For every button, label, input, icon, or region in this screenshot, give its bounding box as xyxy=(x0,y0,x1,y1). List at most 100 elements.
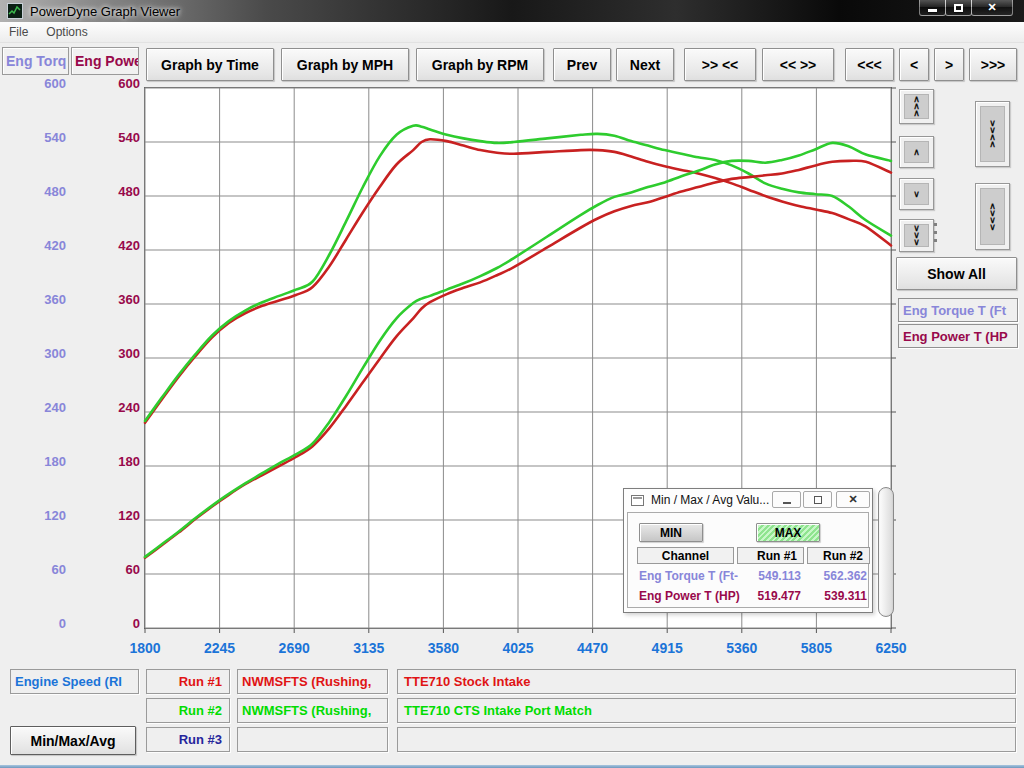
run-desc-box-3[interactable] xyxy=(397,727,1016,752)
y-axis-label-torque-420: 420 xyxy=(0,238,66,253)
toolbar-button-first[interactable]: <<< xyxy=(845,48,894,81)
zoom-out-vertical-button[interactable]: ∧∨∨∨ xyxy=(975,183,1010,250)
toolbar-button-graph-by-time[interactable]: Graph by Time xyxy=(146,48,274,81)
y-axis-label-power-420: 420 xyxy=(70,238,140,253)
toolbar-button-zoom-in[interactable]: >> << xyxy=(684,48,756,81)
scroll-up-button[interactable]: ∧ xyxy=(899,136,934,168)
minmax-row-channel: Eng Power T (HP) xyxy=(639,589,740,603)
x-axis-label-5805: 5805 xyxy=(786,640,846,656)
minmax-col-header-run-1[interactable]: Run #1 xyxy=(737,547,804,564)
maximize-button[interactable] xyxy=(945,0,972,16)
max-button[interactable]: MAX xyxy=(756,523,820,542)
y-axis-label-torque-180: 180 xyxy=(0,454,66,469)
scroll-up-fast-button[interactable]: ∧∧∧ xyxy=(899,89,934,124)
close-icon: ✕ xyxy=(848,493,857,506)
run-desc-box-1[interactable]: TTE710 Stock Intake xyxy=(397,669,1016,694)
x-axis-label-3135: 3135 xyxy=(339,640,399,656)
x-axis-label-2690: 2690 xyxy=(264,640,324,656)
toolbar-button-zoom-out[interactable]: << >> xyxy=(762,48,834,81)
y-axis-label-torque-600: 600 xyxy=(0,76,66,91)
channel-label-power[interactable]: Eng Power T (HP xyxy=(898,324,1018,348)
run-file-box-1[interactable]: NWMSFTS (Rushing, xyxy=(237,669,388,694)
menu-item-options[interactable]: Options xyxy=(37,22,96,43)
zoom-out-vertical-button-icon: ∧∨∨∨ xyxy=(980,188,1005,245)
y-axis-label-power-300: 300 xyxy=(70,346,140,361)
x-axis-label-4025: 4025 xyxy=(488,640,548,656)
x-axis-label-1800: 1800 xyxy=(115,640,175,656)
zoom-in-vertical-button-icon: ∨∨∧∧ xyxy=(980,106,1005,162)
y-axis-label-power-480: 480 xyxy=(70,184,140,199)
toolbar-button-graph-by-mph[interactable]: Graph by MPH xyxy=(281,48,409,81)
minmax-window-title: Min / Max / Avg Valu... xyxy=(651,493,769,507)
run-label-box-1: Run #1 xyxy=(146,669,230,694)
y-axis-label-torque-480: 480 xyxy=(0,184,66,199)
min-button[interactable]: MIN xyxy=(639,523,703,542)
scroll-down-button-icon: ∨ xyxy=(904,183,929,205)
y-axis-label-torque-120: 120 xyxy=(0,508,66,523)
minmax-col-header-run-2[interactable]: Run #2 xyxy=(807,547,870,564)
channel-label-torque[interactable]: Eng Torque T (Ft xyxy=(898,298,1018,322)
y-axis-label-power-600: 600 xyxy=(70,76,140,91)
menubar: FileOptions xyxy=(0,22,1024,43)
toolbar-button-last[interactable]: >>> xyxy=(969,48,1017,81)
toolbar-button-graph-by-rpm[interactable]: Graph by RPM xyxy=(416,48,544,81)
y-axis-label-torque-540: 540 xyxy=(0,130,66,145)
y-axis-label-torque-300: 300 xyxy=(0,346,66,361)
minmax-row-run2-value: 562.362 xyxy=(807,569,867,583)
minmax-window[interactable]: Min / Max / Avg Valu... ✕ MIN MAX Channe… xyxy=(623,488,873,613)
menu-item-file[interactable]: File xyxy=(0,22,37,43)
minimize-button[interactable] xyxy=(919,0,946,16)
x-channel-label: Engine Speed (RI xyxy=(10,669,139,694)
close-button[interactable]: ✕ xyxy=(971,0,1013,16)
y-axis-label-torque-60: 60 xyxy=(0,562,66,577)
minmax-window-titlebar[interactable]: Min / Max / Avg Valu... xyxy=(624,489,872,511)
scroll-up-button-icon: ∧ xyxy=(904,141,929,163)
scroll-down-fast-button[interactable]: ∨∨∨ xyxy=(899,219,934,252)
plot-vertical-scrollbar[interactable] xyxy=(878,487,894,617)
scroll-down-button[interactable]: ∨ xyxy=(899,178,934,210)
y-axis-label-power-120: 120 xyxy=(70,508,140,523)
y-axis-label-torque-360: 360 xyxy=(0,292,66,307)
y-axis-label-torque-240: 240 xyxy=(0,400,66,415)
tab-eng-powe[interactable]: Eng Powe xyxy=(71,47,139,75)
y-axis-label-power-60: 60 xyxy=(70,562,140,577)
run-desc-box-2[interactable]: TTE710 CTS Intake Port Match xyxy=(397,698,1016,723)
tab-eng-torq[interactable]: Eng Torq xyxy=(2,47,69,75)
y-axis-label-power-0: 0 xyxy=(70,616,140,631)
zoom-in-vertical-button[interactable]: ∨∨∧∧ xyxy=(975,101,1010,167)
y-axis-label-power-180: 180 xyxy=(70,454,140,469)
run-file-box-3[interactable] xyxy=(237,727,388,752)
y-axis-label-power-540: 540 xyxy=(70,130,140,145)
x-axis-label-4915: 4915 xyxy=(637,640,697,656)
grip-dots xyxy=(934,223,937,249)
y-axis-label-torque-0: 0 xyxy=(0,616,66,631)
run-label-box-2: Run #2 xyxy=(146,698,230,723)
window-title: PowerDyne Graph Viewer xyxy=(30,4,180,19)
app-icon xyxy=(7,3,23,19)
minmax-col-header-channel[interactable]: Channel xyxy=(637,547,734,564)
minmax-maximize-button[interactable] xyxy=(803,491,832,508)
minimize-icon xyxy=(928,9,937,12)
toolbar-button-prev[interactable]: Prev xyxy=(553,48,611,81)
x-axis-label-6250: 6250 xyxy=(861,640,921,656)
minmax-close-button[interactable]: ✕ xyxy=(836,491,870,508)
run-file-box-2[interactable]: NWMSFTS (Rushing, xyxy=(237,698,388,723)
toolbar-button-next[interactable]: Next xyxy=(616,48,674,81)
maximize-icon xyxy=(954,4,963,12)
window-titlebar[interactable]: PowerDyne Graph Viewer ✕ xyxy=(0,0,1024,22)
x-axis-label-5360: 5360 xyxy=(712,640,772,656)
show-all-button[interactable]: Show All xyxy=(896,257,1017,290)
toolbar-button-next-step[interactable]: > xyxy=(934,48,964,81)
minmax-row-run1-value: 519.477 xyxy=(737,589,801,603)
toolbar-button-prev-step[interactable]: < xyxy=(899,48,929,81)
minmax-row-run2-value: 539.311 xyxy=(807,589,867,603)
y-axis-label-power-360: 360 xyxy=(70,292,140,307)
run-label-box-3: Run #3 xyxy=(146,727,230,752)
minmaxavg-button[interactable]: Min/Max/Avg xyxy=(10,726,136,755)
minmax-minimize-button[interactable] xyxy=(772,491,801,508)
y-axis-label-power-240: 240 xyxy=(70,400,140,415)
x-axis-label-2245: 2245 xyxy=(190,640,250,656)
minmax-window-icon xyxy=(631,495,644,506)
scroll-down-fast-button-icon: ∨∨∨ xyxy=(904,224,929,247)
x-axis-label-3580: 3580 xyxy=(413,640,473,656)
